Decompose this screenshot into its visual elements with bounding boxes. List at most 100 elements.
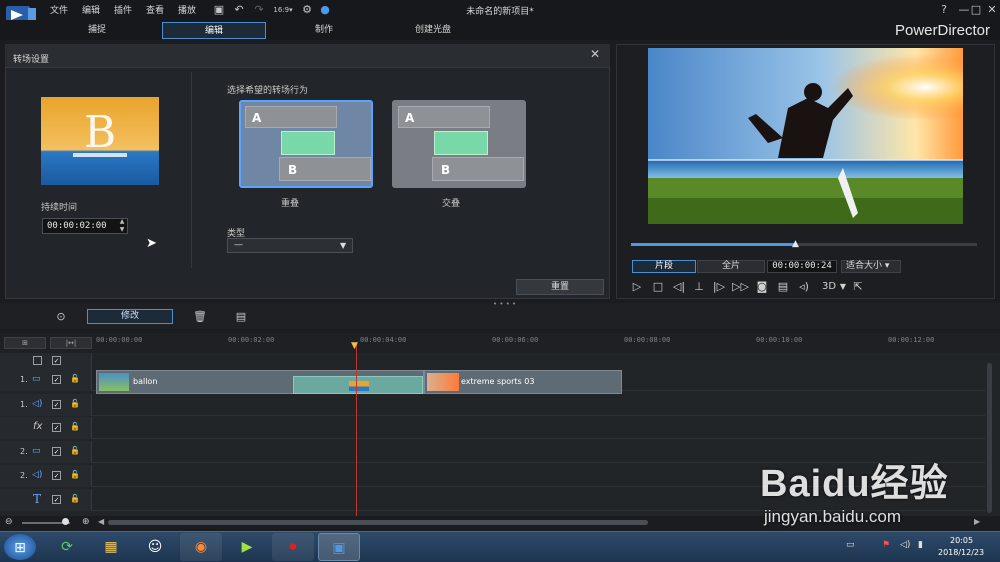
taskbar-powerdirector-icon[interactable]: ▣ (318, 533, 360, 561)
next-frame-icon[interactable]: |▷ (711, 279, 727, 295)
menu-file[interactable]: 文件 (50, 3, 68, 16)
tray-volume-icon[interactable]: ◁) (900, 540, 910, 550)
start-button[interactable]: ⊞ (4, 534, 36, 560)
close-panel-icon[interactable]: ✕ (588, 47, 602, 61)
chevron-circle-icon[interactable]: ⊙ (53, 309, 69, 325)
transition-panel-header (5, 44, 610, 68)
properties-icon[interactable]: ▤ (233, 309, 249, 325)
duration-input[interactable]: 00:00:02:00 (42, 218, 128, 234)
menu-plugins[interactable]: 插件 (114, 3, 132, 16)
clip-name: ballon (133, 377, 158, 386)
maximize-button[interactable]: □ (968, 3, 984, 16)
video-clip[interactable]: extreme sports 03 (424, 370, 622, 394)
tab-capture[interactable]: 捕捉 (45, 22, 149, 39)
mode-bar (0, 20, 1000, 40)
lock-icon[interactable]: 🔓 (70, 399, 80, 408)
tray-keyboard-icon[interactable]: ▭ (846, 540, 855, 550)
menu-edit[interactable]: 编辑 (82, 3, 100, 16)
timecode-display[interactable]: 00:00:00:24 (767, 260, 837, 273)
taskbar-app-360-icon[interactable]: ⟳ (46, 533, 88, 561)
svg-text:B: B (84, 107, 116, 158)
select-all-checkbox[interactable]: □ (33, 356, 42, 365)
aspect-ratio-icon[interactable]: 16:9▾ (272, 3, 294, 17)
trash-icon[interactable]: 🗑 (192, 309, 208, 325)
zoom-in-icon[interactable]: ⊕ (82, 517, 90, 527)
undock-icon[interactable]: ⇱ (850, 279, 866, 295)
enable-all-checkbox[interactable]: ✓ (52, 356, 61, 365)
track-enable-checkbox[interactable]: ✓ (52, 471, 61, 480)
tray-network-icon[interactable]: ▮ (918, 540, 923, 550)
tray-security-icon[interactable]: ⚑ (882, 540, 890, 550)
clip-mode-button[interactable]: 片段 (632, 260, 696, 273)
menu-playback[interactable]: 播放 (178, 3, 196, 16)
type-select[interactable]: — (227, 238, 353, 253)
playhead-handle-icon[interactable]: ▼ (351, 341, 358, 351)
panel-divider (191, 72, 192, 268)
snapshot-icon[interactable]: ◙ (754, 279, 770, 295)
track-enable-checkbox[interactable]: ✓ (52, 375, 61, 384)
brand-name: PowerDirector (894, 22, 990, 39)
chevron-down-icon[interactable]: ▼ (835, 279, 851, 295)
zoom-out-icon[interactable]: ⊖ (5, 517, 13, 527)
tab-produce[interactable]: 制作 (272, 22, 376, 39)
reset-button[interactable]: 重置 (516, 279, 604, 295)
taskbar-firefox-icon[interactable]: ◉ (180, 533, 222, 561)
fast-forward-icon[interactable]: ▷▷ (732, 279, 749, 295)
volume-icon[interactable]: ◃) (796, 279, 812, 295)
movie-mode-button[interactable]: 全片 (697, 260, 765, 273)
fit-timeline-icon[interactable]: |↔| (50, 337, 92, 349)
playhead[interactable] (356, 343, 357, 516)
stop-icon[interactable]: □ (650, 279, 666, 295)
tab-edit[interactable]: 编辑 (162, 22, 266, 39)
scroll-left-icon[interactable]: ◀ (98, 517, 104, 526)
lock-icon[interactable]: 🔓 (70, 446, 80, 455)
track-number: 2. (20, 471, 28, 480)
seek-handle-icon[interactable]: ▲ (792, 239, 799, 249)
play-icon[interactable]: ▷ (629, 279, 645, 295)
taskbar-qq-icon[interactable]: ☺ (134, 533, 176, 561)
clock-date[interactable]: 2018/12/23 (938, 548, 984, 557)
clock-time[interactable]: 20:05 (950, 536, 973, 545)
modify-button[interactable]: 修改 (87, 309, 173, 324)
settings-icon[interactable]: ⚙ (300, 3, 314, 17)
clip-a-block: A (245, 106, 337, 128)
spin-down-icon[interactable]: ▼ (117, 226, 127, 234)
clip-a-block: A (398, 106, 490, 128)
redo-icon[interactable]: ↷ (252, 3, 266, 17)
track-enable-checkbox[interactable]: ✓ (52, 400, 61, 409)
undo-icon[interactable]: ↶ (232, 3, 246, 17)
lock-icon[interactable]: 🔓 (70, 470, 80, 479)
track-enable-checkbox[interactable]: ✓ (52, 447, 61, 456)
clip-thumbnail (427, 373, 459, 391)
taskbar-explorer-icon[interactable]: ▦ (90, 533, 132, 561)
horizontal-scrollbar[interactable] (108, 520, 648, 525)
fit-size-select[interactable]: 适合大小 ▾ (841, 260, 901, 273)
track-row (0, 417, 985, 439)
cross-option[interactable]: A B (392, 100, 526, 188)
overlap-option[interactable]: A B (239, 100, 373, 188)
lock-icon[interactable]: 🔓 (70, 374, 80, 383)
track-enable-checkbox[interactable]: ✓ (52, 423, 61, 432)
zoom-slider-handle[interactable] (62, 518, 69, 525)
help-button[interactable]: ? (936, 3, 952, 16)
save-icon[interactable]: ▣ (212, 3, 226, 17)
lock-icon[interactable]: 🔓 (70, 422, 80, 431)
track-header-audio-2: 2. ◁) ✓ 🔓 (0, 465, 92, 487)
spin-up-icon[interactable]: ▲ (117, 218, 127, 226)
ruler-label: 00:00:02:00 (228, 336, 275, 344)
subtitle-icon[interactable]: ▤ (775, 279, 791, 295)
previous-frame-icon[interactable]: ◁| (671, 279, 687, 295)
lock-icon[interactable]: 🔓 (70, 494, 80, 503)
track-manager-icon[interactable]: ⊞ (4, 337, 46, 349)
menu-view[interactable]: 查看 (146, 3, 164, 16)
track-enable-checkbox[interactable]: ✓ (52, 495, 61, 504)
account-icon[interactable]: ● (318, 3, 332, 17)
taskbar-editor-icon[interactable]: ▶ (226, 533, 268, 561)
transition-overlap-region[interactable] (293, 376, 423, 394)
close-button[interactable]: ✕ (984, 3, 1000, 16)
taskbar-recorder-icon[interactable]: ⏺ (272, 533, 314, 561)
tab-create-disc[interactable]: 创建光盘 (381, 22, 485, 39)
split-icon[interactable]: ⊥ (691, 279, 707, 295)
resize-handle-icon[interactable]: • • • • (493, 300, 516, 308)
video-preview[interactable] (648, 48, 963, 224)
